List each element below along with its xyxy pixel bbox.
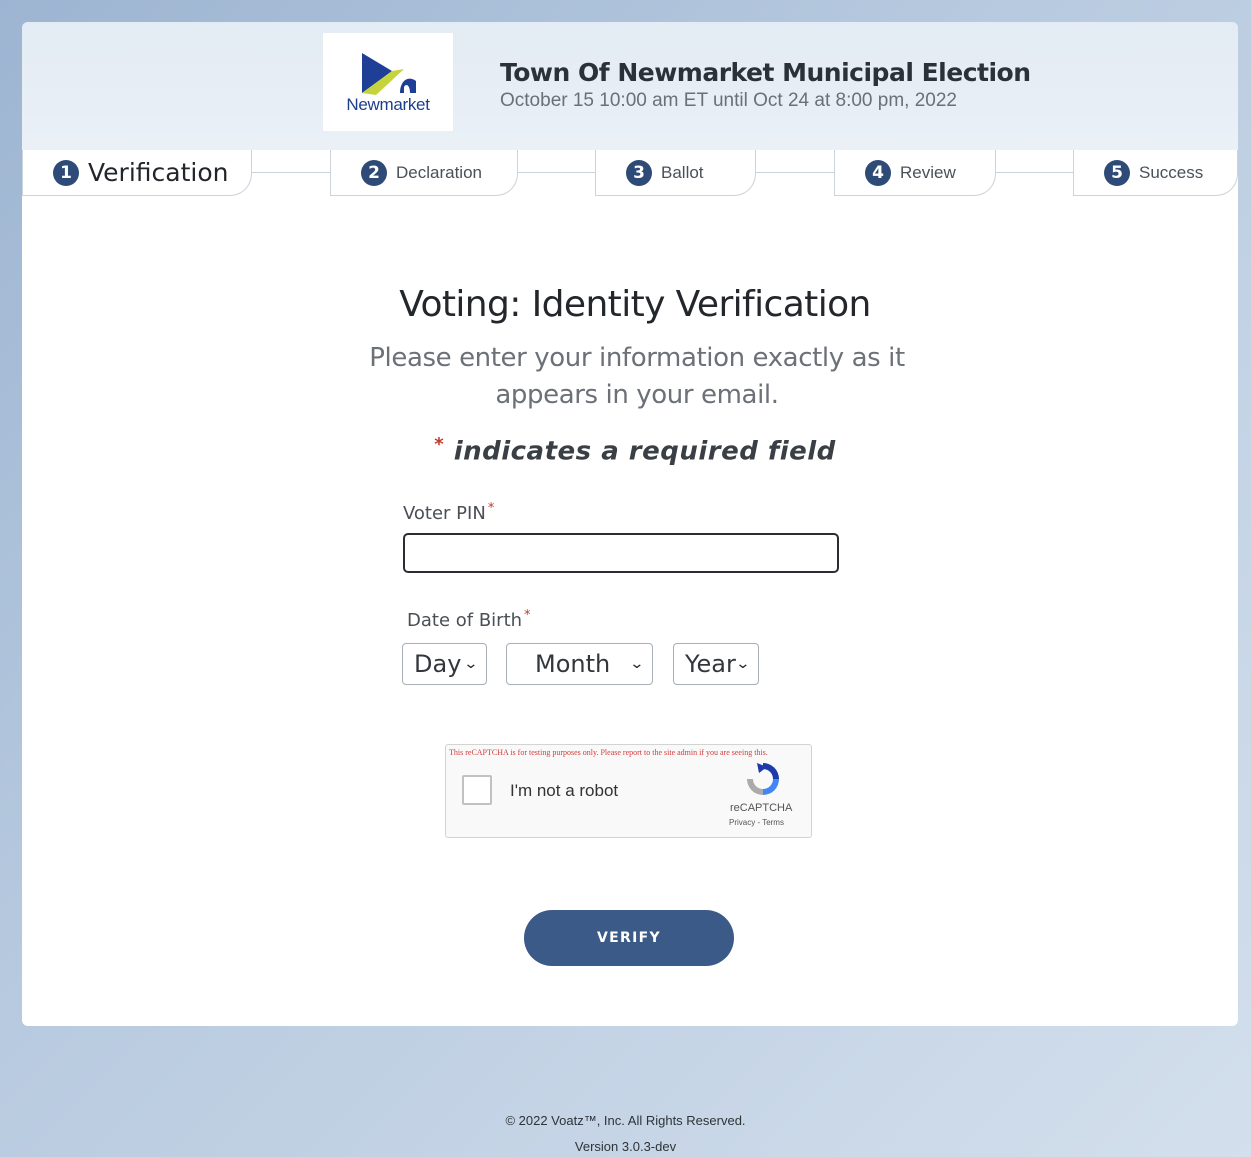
voter-pin-label-text: Voter PIN xyxy=(403,503,486,524)
required-star: * xyxy=(524,608,531,623)
recaptcha-label: I'm not a robot xyxy=(510,781,619,800)
step-success: 5 Success xyxy=(1073,150,1238,196)
step-label: Declaration xyxy=(396,162,482,182)
verify-button[interactable]: VERIFY xyxy=(524,910,734,966)
intro-text: Please enter your information exactly as… xyxy=(369,343,905,410)
recaptcha-brand: reCAPTCHA xyxy=(730,802,793,814)
month-select[interactable]: Month ⌄ xyxy=(506,643,653,685)
required-star: * xyxy=(487,501,495,516)
page-title: Voting: Identity Verification xyxy=(399,284,871,325)
year-select[interactable]: Year ⌄ xyxy=(673,643,759,685)
step-label: Review xyxy=(900,162,956,182)
day-select-value: Day xyxy=(414,650,462,678)
logo-text: Newmarket xyxy=(346,95,430,114)
recaptcha-privacy-terms-link[interactable]: Privacy - Terms xyxy=(729,818,784,827)
year-select-value: Year xyxy=(685,650,736,678)
newmarket-logo: Newmarket xyxy=(323,33,453,131)
election-dates: October 15 10:00 am ET until Oct 24 at 8… xyxy=(500,90,957,111)
chevron-down-icon: ⌄ xyxy=(629,656,645,672)
step-number: 4 xyxy=(865,159,891,186)
required-note-text: indicates a required field xyxy=(453,436,836,467)
step-review: 4 Review xyxy=(834,150,996,196)
recaptcha-test-warning: This reCAPTCHA is for testing purposes o… xyxy=(449,748,768,757)
step-label: Success xyxy=(1139,162,1204,182)
step-label: Ballot xyxy=(661,162,704,182)
step-ballot: 3 Ballot xyxy=(595,150,756,196)
recaptcha-widget: This reCAPTCHA is for testing purposes o… xyxy=(445,744,812,838)
required-star: * xyxy=(434,434,445,455)
election-title: Town Of Newmarket Municipal Election xyxy=(500,58,1031,87)
step-number: 1 xyxy=(53,159,79,186)
step-number: 5 xyxy=(1104,159,1130,186)
dob-label-text: Date of Birth xyxy=(407,610,523,631)
step-number: 3 xyxy=(626,159,652,186)
footer-copyright: © 2022 Voatz™, Inc. All Rights Reserved. xyxy=(505,1113,746,1128)
step-label: Verification xyxy=(88,158,229,187)
month-select-value: Month xyxy=(535,650,611,678)
voter-pin-label: Voter PIN * xyxy=(403,501,494,524)
newmarket-logo-mark-icon xyxy=(362,53,416,95)
election-header: Newmarket Town Of Newmarket Municipal El… xyxy=(22,22,1238,150)
day-select[interactable]: Day ⌄ xyxy=(402,643,487,685)
recaptcha-checkbox[interactable] xyxy=(462,775,492,805)
recaptcha-logo-icon xyxy=(747,763,779,795)
required-note: * indicates a required field xyxy=(22,434,1238,467)
chevron-down-icon: ⌄ xyxy=(463,656,479,672)
step-number: 2 xyxy=(361,159,387,186)
footer-version: Version 3.0.3-dev xyxy=(574,1139,677,1154)
dob-label: Date of Birth * xyxy=(407,608,531,631)
chevron-down-icon: ⌄ xyxy=(735,656,751,672)
voter-pin-input[interactable] xyxy=(403,533,839,573)
step-declaration: 2 Declaration xyxy=(330,150,518,196)
main-card: Newmarket Town Of Newmarket Municipal El… xyxy=(22,22,1238,1026)
step-verification: 1 Verification xyxy=(22,150,252,196)
